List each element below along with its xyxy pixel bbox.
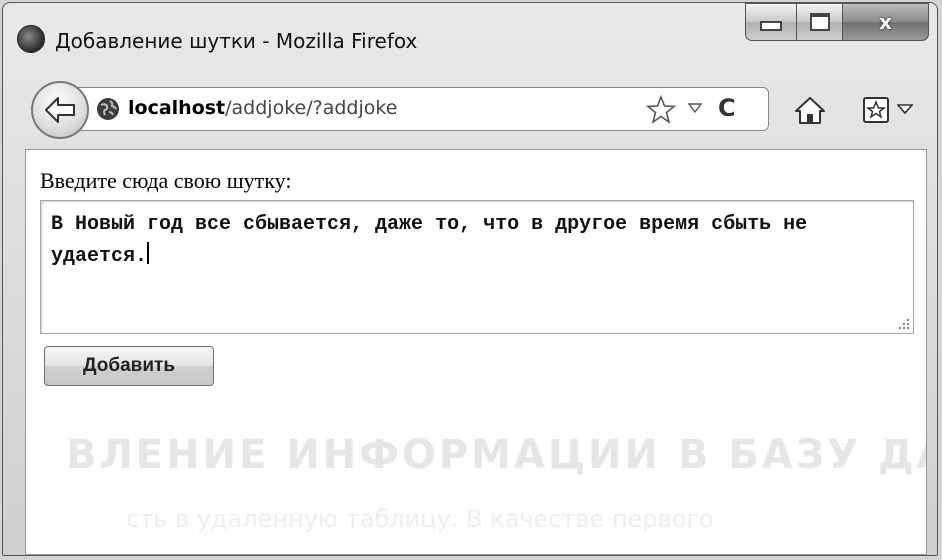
star-icon[interactable] bbox=[646, 95, 676, 125]
minimize-icon bbox=[760, 21, 782, 31]
close-icon: x bbox=[879, 10, 892, 34]
back-button[interactable] bbox=[31, 81, 89, 139]
home-icon[interactable] bbox=[793, 95, 827, 125]
maximize-button[interactable] bbox=[797, 3, 843, 41]
window-controls: x bbox=[745, 3, 929, 43]
add-button[interactable]: Добавить bbox=[44, 346, 214, 386]
url-bar[interactable]: localhost/addjoke/?addjoke C bbox=[73, 87, 769, 131]
reload-icon[interactable]: C bbox=[718, 94, 736, 122]
url-path: /addjoke/?addjoke bbox=[225, 97, 398, 119]
browser-window: Добавление шутки - Mozilla Firefox x loc… bbox=[2, 2, 938, 556]
ghost-background-text: сть в удаленную таблицу. В качестве перв… bbox=[126, 505, 714, 533]
bookmarks-menu-icon[interactable] bbox=[861, 95, 891, 125]
url-text[interactable]: localhost/addjoke/?addjoke bbox=[128, 97, 397, 119]
text-caret bbox=[147, 242, 150, 264]
maximize-icon bbox=[809, 13, 830, 31]
page-content: ВЛЕНИЕ ИНФОРМАЦИИ В БАЗУ ДАННЫХ сть в уд… bbox=[25, 149, 927, 555]
window-title: Добавление шутки - Mozilla Firefox bbox=[55, 29, 418, 53]
minimize-button[interactable] bbox=[745, 3, 797, 41]
resize-grip-icon[interactable] bbox=[898, 318, 910, 330]
joke-textarea[interactable]: В Новый год все сбывается, даже то, что … bbox=[40, 200, 914, 334]
navigation-toolbar: localhost/addjoke/?addjoke C bbox=[3, 71, 937, 143]
globe-icon bbox=[97, 98, 119, 120]
joke-field-label: Введите сюда свою шутку: bbox=[40, 168, 292, 193]
bookmarks-dropmarker-icon[interactable] bbox=[897, 103, 913, 115]
url-host: localhost bbox=[128, 97, 226, 119]
joke-text: В Новый год все сбывается, даже то, что … bbox=[51, 213, 820, 268]
close-button[interactable]: x bbox=[843, 3, 929, 41]
ghost-background-lettering: ВЛЕНИЕ ИНФОРМАЦИИ В БАЗУ ДАННЫХ bbox=[66, 432, 926, 478]
firefox-icon[interactable] bbox=[17, 25, 45, 53]
joke-text-value[interactable]: В Новый год все сбывается, даже то, что … bbox=[51, 209, 871, 273]
dropmarker-icon[interactable] bbox=[688, 102, 702, 114]
back-arrow-icon bbox=[45, 97, 75, 123]
title-bar[interactable]: Добавление шутки - Mozilla Firefox x bbox=[3, 3, 937, 71]
